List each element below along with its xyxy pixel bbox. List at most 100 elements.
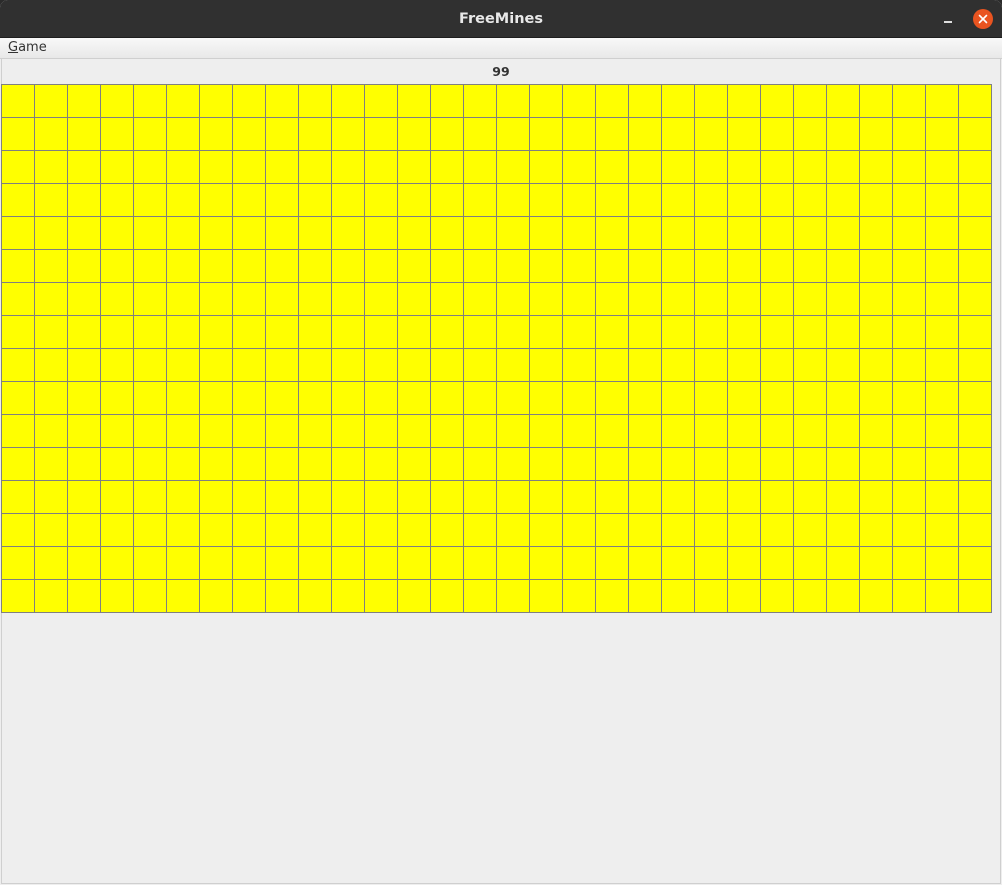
mine-cell-r3-c11[interactable]: [331, 150, 364, 183]
mine-cell-r2-c27[interactable]: [859, 117, 892, 150]
mine-cell-r13-c4[interactable]: [100, 480, 133, 513]
mine-cell-r10-c20[interactable]: [628, 381, 661, 414]
title-bar[interactable]: FreeMines: [0, 0, 1002, 38]
mine-cell-r2-c13[interactable]: [397, 117, 430, 150]
mine-cell-r9-c6[interactable]: [166, 348, 199, 381]
mine-cell-r11-c11[interactable]: [331, 414, 364, 447]
mine-cell-r16-c16[interactable]: [496, 579, 529, 612]
mine-cell-r6-c15[interactable]: [463, 249, 496, 282]
mine-cell-r9-c5[interactable]: [133, 348, 166, 381]
mine-cell-r5-c20[interactable]: [628, 216, 661, 249]
mine-cell-r5-c2[interactable]: [34, 216, 67, 249]
mine-cell-r1-c9[interactable]: [265, 84, 298, 117]
mine-cell-r12-c13[interactable]: [397, 447, 430, 480]
mine-cell-r2-c23[interactable]: [727, 117, 760, 150]
mine-cell-r2-c25[interactable]: [793, 117, 826, 150]
mine-cell-r4-c17[interactable]: [529, 183, 562, 216]
mine-cell-r2-c1[interactable]: [1, 117, 34, 150]
mine-cell-r13-c18[interactable]: [562, 480, 595, 513]
mine-cell-r10-c23[interactable]: [727, 381, 760, 414]
mine-cell-r2-c29[interactable]: [925, 117, 958, 150]
mine-cell-r6-c6[interactable]: [166, 249, 199, 282]
mine-cell-r8-c10[interactable]: [298, 315, 331, 348]
close-button[interactable]: [973, 9, 993, 29]
mine-cell-r6-c20[interactable]: [628, 249, 661, 282]
mine-cell-r9-c3[interactable]: [67, 348, 100, 381]
mine-cell-r4-c5[interactable]: [133, 183, 166, 216]
mine-cell-r4-c1[interactable]: [1, 183, 34, 216]
mine-cell-r12-c29[interactable]: [925, 447, 958, 480]
mine-cell-r10-c4[interactable]: [100, 381, 133, 414]
mine-cell-r9-c8[interactable]: [232, 348, 265, 381]
mine-cell-r16-c5[interactable]: [133, 579, 166, 612]
mine-cell-r14-c14[interactable]: [430, 513, 463, 546]
mine-cell-r3-c24[interactable]: [760, 150, 793, 183]
mine-cell-r13-c6[interactable]: [166, 480, 199, 513]
mine-cell-r12-c21[interactable]: [661, 447, 694, 480]
mine-cell-r2-c30[interactable]: [958, 117, 991, 150]
mine-cell-r10-c14[interactable]: [430, 381, 463, 414]
mine-cell-r7-c29[interactable]: [925, 282, 958, 315]
mine-cell-r16-c8[interactable]: [232, 579, 265, 612]
mine-cell-r10-c16[interactable]: [496, 381, 529, 414]
mine-cell-r4-c4[interactable]: [100, 183, 133, 216]
mine-cell-r8-c23[interactable]: [727, 315, 760, 348]
mine-cell-r6-c5[interactable]: [133, 249, 166, 282]
mine-cell-r6-c24[interactable]: [760, 249, 793, 282]
mine-cell-r7-c30[interactable]: [958, 282, 991, 315]
mine-cell-r6-c16[interactable]: [496, 249, 529, 282]
mine-cell-r2-c10[interactable]: [298, 117, 331, 150]
mine-cell-r13-c19[interactable]: [595, 480, 628, 513]
mine-cell-r13-c16[interactable]: [496, 480, 529, 513]
mine-cell-r4-c3[interactable]: [67, 183, 100, 216]
mine-cell-r8-c21[interactable]: [661, 315, 694, 348]
mine-cell-r6-c3[interactable]: [67, 249, 100, 282]
mine-cell-r9-c18[interactable]: [562, 348, 595, 381]
mine-cell-r10-c27[interactable]: [859, 381, 892, 414]
mine-cell-r4-c27[interactable]: [859, 183, 892, 216]
mine-cell-r16-c25[interactable]: [793, 579, 826, 612]
mine-cell-r2-c8[interactable]: [232, 117, 265, 150]
mine-cell-r15-c15[interactable]: [463, 546, 496, 579]
mine-cell-r7-c24[interactable]: [760, 282, 793, 315]
mine-cell-r2-c22[interactable]: [694, 117, 727, 150]
mine-cell-r4-c30[interactable]: [958, 183, 991, 216]
mine-cell-r3-c15[interactable]: [463, 150, 496, 183]
mine-cell-r3-c7[interactable]: [199, 150, 232, 183]
mine-cell-r7-c13[interactable]: [397, 282, 430, 315]
mine-cell-r13-c2[interactable]: [34, 480, 67, 513]
mine-cell-r5-c22[interactable]: [694, 216, 727, 249]
mine-cell-r5-c24[interactable]: [760, 216, 793, 249]
mine-cell-r16-c12[interactable]: [364, 579, 397, 612]
mine-cell-r11-c22[interactable]: [694, 414, 727, 447]
mine-cell-r5-c17[interactable]: [529, 216, 562, 249]
mine-cell-r4-c29[interactable]: [925, 183, 958, 216]
mine-cell-r6-c21[interactable]: [661, 249, 694, 282]
mine-cell-r13-c17[interactable]: [529, 480, 562, 513]
mine-cell-r1-c29[interactable]: [925, 84, 958, 117]
mine-cell-r14-c8[interactable]: [232, 513, 265, 546]
mine-cell-r5-c18[interactable]: [562, 216, 595, 249]
mine-cell-r7-c11[interactable]: [331, 282, 364, 315]
mine-cell-r7-c9[interactable]: [265, 282, 298, 315]
mine-cell-r1-c21[interactable]: [661, 84, 694, 117]
mine-cell-r1-c30[interactable]: [958, 84, 991, 117]
mine-cell-r1-c13[interactable]: [397, 84, 430, 117]
mine-cell-r3-c5[interactable]: [133, 150, 166, 183]
mine-cell-r15-c10[interactable]: [298, 546, 331, 579]
mine-cell-r14-c25[interactable]: [793, 513, 826, 546]
mine-cell-r14-c24[interactable]: [760, 513, 793, 546]
mine-cell-r1-c14[interactable]: [430, 84, 463, 117]
mine-cell-r12-c7[interactable]: [199, 447, 232, 480]
mine-cell-r13-c23[interactable]: [727, 480, 760, 513]
mine-cell-r13-c8[interactable]: [232, 480, 265, 513]
mine-cell-r8-c22[interactable]: [694, 315, 727, 348]
mine-cell-r11-c26[interactable]: [826, 414, 859, 447]
mine-cell-r12-c12[interactable]: [364, 447, 397, 480]
mine-cell-r16-c27[interactable]: [859, 579, 892, 612]
mine-cell-r11-c18[interactable]: [562, 414, 595, 447]
mine-cell-r2-c11[interactable]: [331, 117, 364, 150]
mine-cell-r8-c20[interactable]: [628, 315, 661, 348]
mine-cell-r5-c21[interactable]: [661, 216, 694, 249]
mine-cell-r2-c17[interactable]: [529, 117, 562, 150]
